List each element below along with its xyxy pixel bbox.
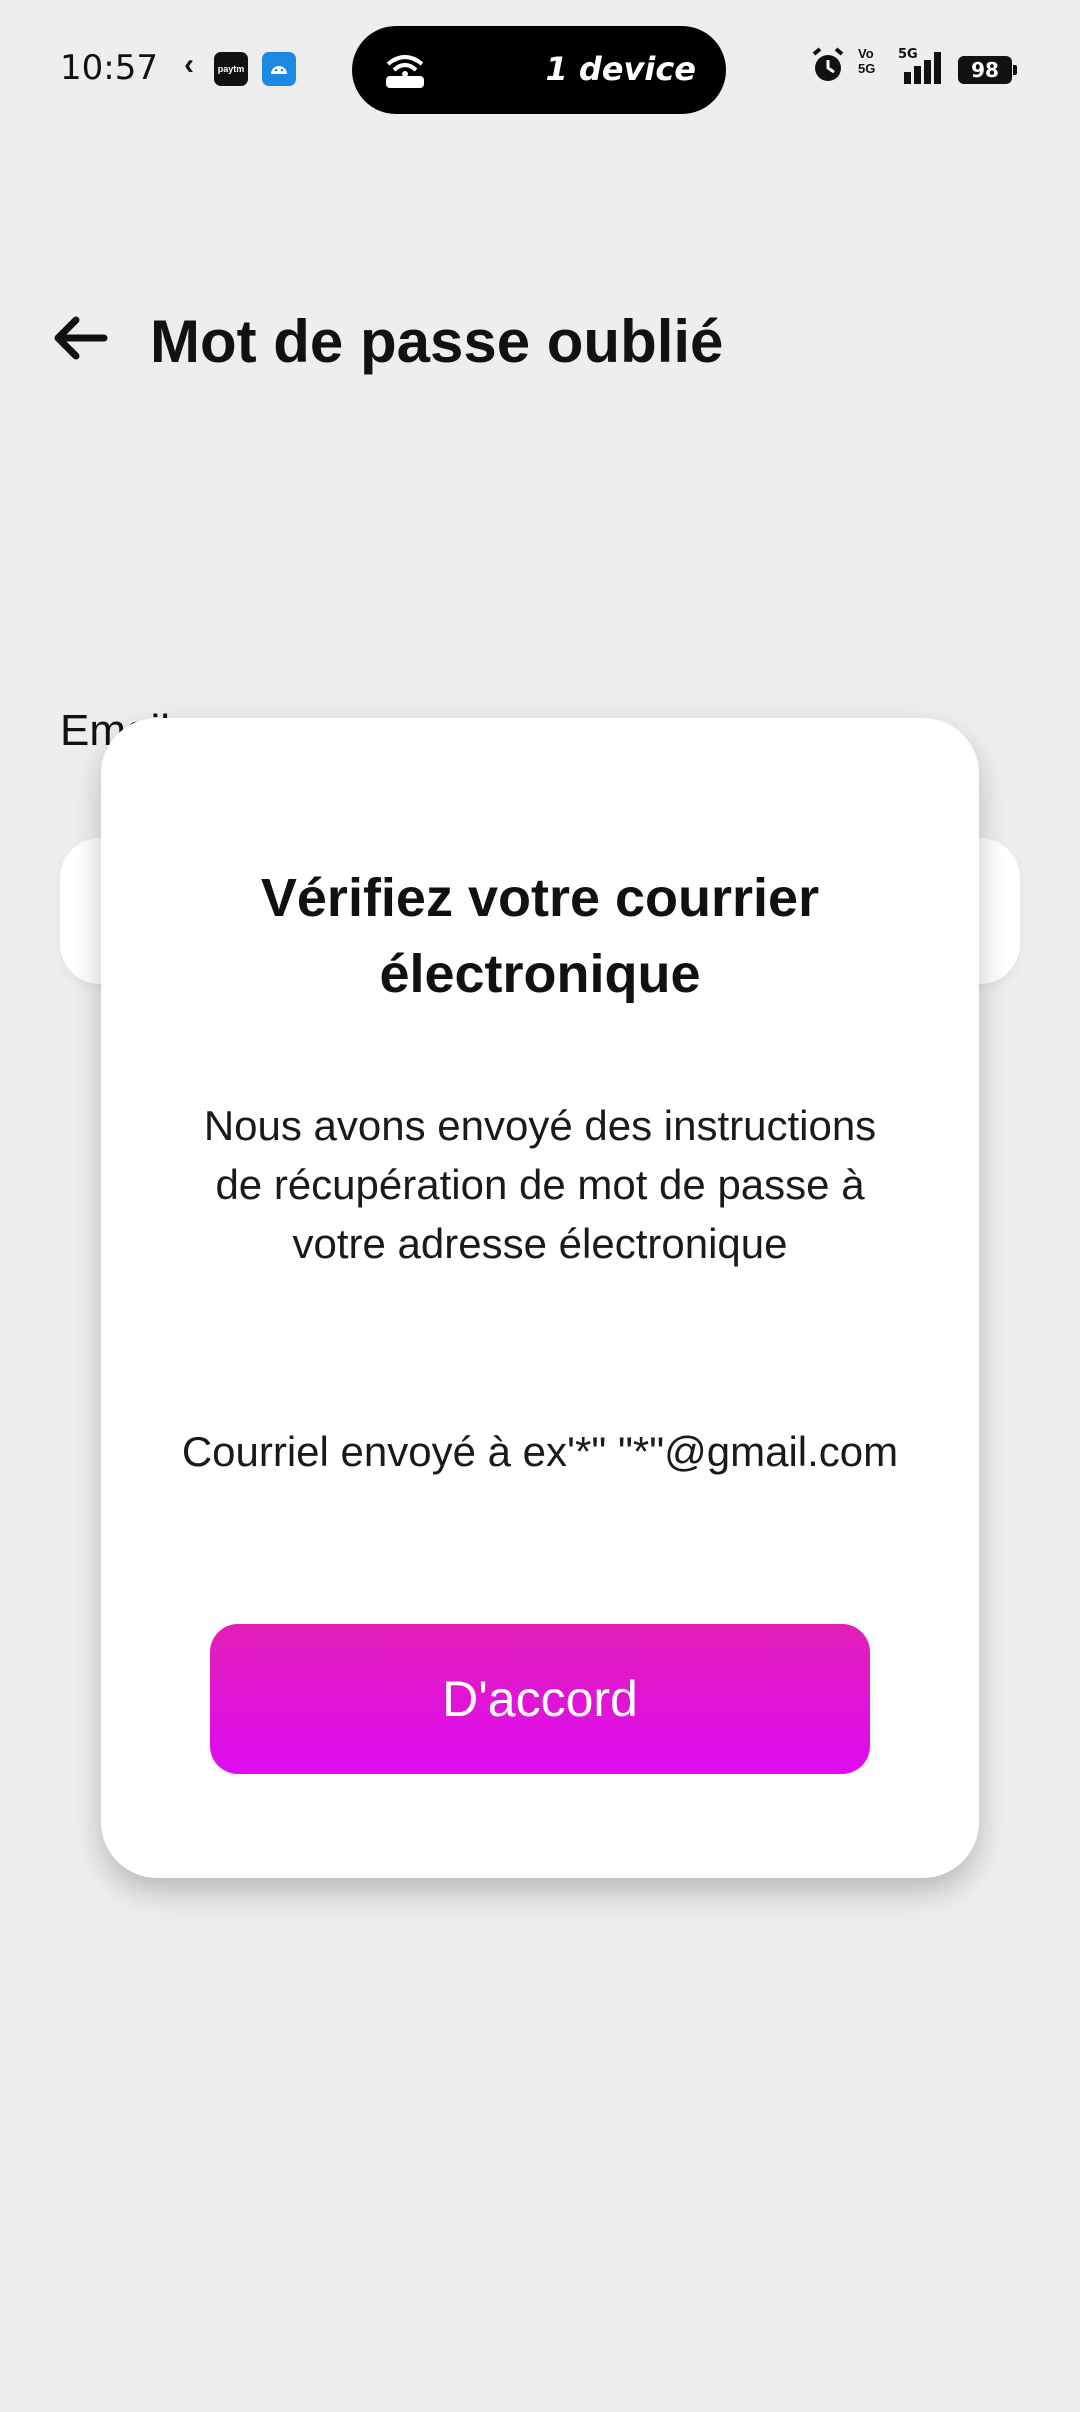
status-bar: 10:57 ‹ paytm 1 device Vo 5G 5G 98 (0, 0, 1080, 140)
ok-button[interactable]: D'accord (210, 1624, 870, 1774)
volte-icon: Vo 5G (858, 46, 876, 76)
k-icon: ‹ (184, 48, 194, 81)
email-sent-dialog: Vérifiez votre courrier électronique Nou… (101, 718, 979, 1878)
alarm-icon (812, 47, 844, 81)
network-type-label: 5G (898, 47, 918, 62)
hotspot-pill[interactable]: 1 device (352, 26, 726, 114)
dialog-title: Vérifiez votre courrier électronique (260, 868, 820, 1004)
battery-icon: 98 (958, 56, 1017, 84)
android-icon (262, 52, 296, 86)
signal-icon: 5G (898, 47, 941, 84)
dialog-sent-to: Courriel envoyé à ex'*" "*"@gmail.com (181, 1428, 899, 1475)
page-title: Mot de passe oublié (150, 308, 724, 375)
back-button[interactable] (48, 306, 112, 370)
arrow-left-icon (54, 316, 108, 360)
dialog-message: Nous avons envoyé des instructions de ré… (203, 1102, 877, 1267)
paytm-icon: paytm (214, 52, 248, 86)
status-time: 10:57 (60, 48, 158, 88)
hotspot-text: 1 device (545, 50, 696, 88)
hotspot-icon (386, 55, 424, 88)
